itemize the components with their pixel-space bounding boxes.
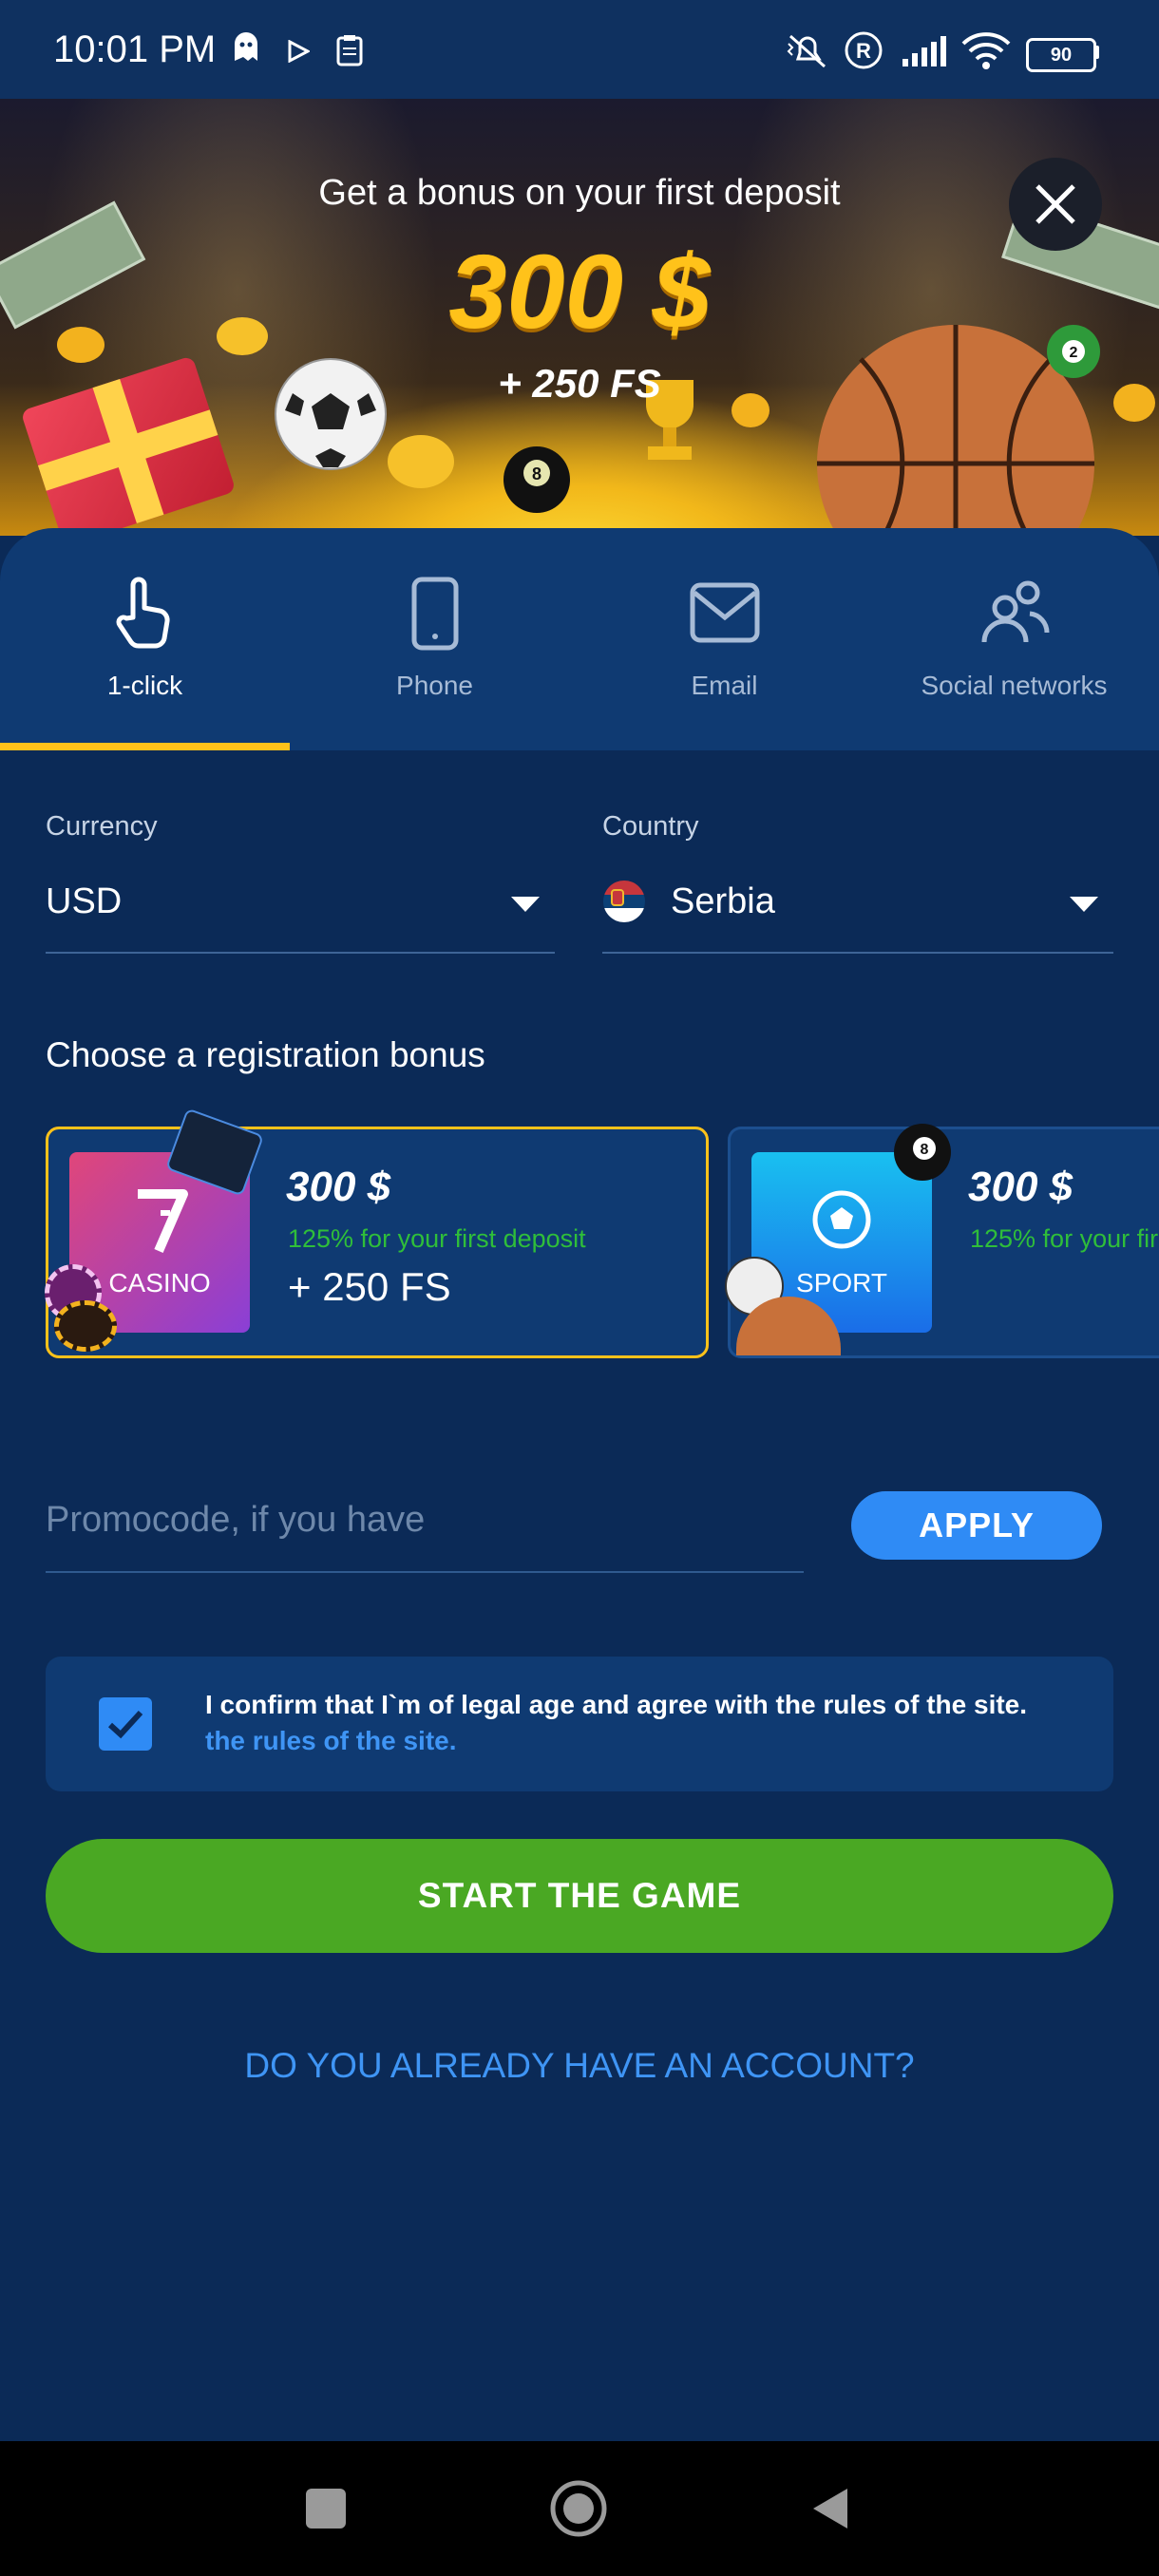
casino-bonus-free-spins: + 250 FS xyxy=(288,1264,451,1309)
registered-icon: R xyxy=(845,31,883,69)
sport-bonus-description: 125% for your first deposit xyxy=(970,1224,1159,1253)
battery-indicator: 90 xyxy=(1026,38,1096,72)
svg-text:R: R xyxy=(856,39,871,63)
soccer-ball-icon xyxy=(812,1190,871,1249)
existing-account-link[interactable]: DO YOU ALREADY HAVE AN ACCOUNT? xyxy=(0,2046,1159,2086)
wifi-icon xyxy=(961,32,1011,69)
signal-icon xyxy=(902,36,946,66)
check-icon xyxy=(107,1710,143,1739)
casino-bonus-description: 125% for your first deposit xyxy=(288,1224,586,1253)
svg-text:8: 8 xyxy=(532,464,542,483)
chevron-down-icon xyxy=(1070,897,1098,912)
active-tab-indicator xyxy=(0,743,290,750)
poker-chip-decoration xyxy=(54,1300,117,1352)
people-icon xyxy=(981,580,1050,643)
registration-method-tabs: 1-click Phone Email Social networks xyxy=(0,528,1159,750)
close-button[interactable] xyxy=(1009,158,1102,251)
country-label: Country xyxy=(602,811,699,842)
back-button[interactable] xyxy=(809,2485,851,2532)
bonus-section-title: Choose a registration bonus xyxy=(46,1035,485,1074)
currency-select[interactable]: USD xyxy=(46,866,555,954)
bonus-banner: 8 2 Get a bonus on your first deposit 30… xyxy=(0,99,1159,536)
rules-link[interactable]: the rules of the site. xyxy=(205,1726,457,1755)
coin-decoration xyxy=(388,435,454,488)
svg-text:8: 8 xyxy=(921,1142,929,1158)
play-store-icon xyxy=(288,40,310,63)
close-icon xyxy=(1036,184,1075,224)
recents-button[interactable] xyxy=(306,2489,346,2529)
seven-icon xyxy=(138,1189,188,1253)
tab-1-click[interactable]: 1-click xyxy=(0,528,290,750)
country-value: Serbia xyxy=(671,881,775,921)
status-time: 10:01 PM xyxy=(53,28,217,70)
banner-free-spins: + 250 FS xyxy=(498,361,661,406)
battery-tip xyxy=(1094,46,1099,59)
banner-amount: 300 $ xyxy=(448,234,711,350)
promocode-field xyxy=(46,1472,804,1573)
consent-box: I confirm that I`m of legal age and agre… xyxy=(46,1657,1113,1791)
tab-label: Phone xyxy=(396,671,473,700)
apply-button[interactable]: APPLY xyxy=(851,1491,1102,1560)
status-bar: 10:01 PM R 90 xyxy=(0,0,1159,99)
country-select[interactable]: Serbia xyxy=(602,866,1113,954)
casino-bonus-amount: 300 $ xyxy=(286,1164,391,1210)
tab-email[interactable]: Email xyxy=(580,528,869,750)
home-button[interactable] xyxy=(549,2479,608,2538)
phone-icon xyxy=(411,577,458,651)
tab-label: 1-click xyxy=(106,671,183,700)
banner-headline: Get a bonus on your first deposit xyxy=(318,173,841,213)
bonus-card-casino[interactable]: CASINO 300 $ 125% for your first deposit… xyxy=(45,1108,709,1358)
tab-label: Social networks xyxy=(921,671,1108,700)
pointer-hand-icon xyxy=(116,577,170,649)
consent-text: I confirm that I`m of legal age and agre… xyxy=(205,1687,1041,1759)
consent-checkbox[interactable] xyxy=(99,1697,152,1751)
tab-label: Email xyxy=(691,671,758,700)
sport-bonus-amount: 300 $ xyxy=(968,1164,1074,1210)
currency-value: USD xyxy=(46,881,123,921)
tab-phone[interactable]: Phone xyxy=(290,528,580,750)
start-game-button[interactable]: START THE GAME xyxy=(46,1839,1113,1953)
envelope-icon xyxy=(690,582,759,643)
bonus-card-sport[interactable]: SPORT 8 300 $ 125% for your first deposi… xyxy=(725,1124,1159,1358)
clipboard-icon xyxy=(336,35,363,66)
system-navigation-bar xyxy=(0,2441,1159,2576)
chevron-down-icon xyxy=(511,897,540,912)
promocode-input[interactable] xyxy=(46,1491,787,1548)
eight-ball-decoration: 8 xyxy=(894,1124,951,1181)
currency-label: Currency xyxy=(46,811,158,842)
vibrate-mute-icon xyxy=(787,34,826,68)
ghost-icon xyxy=(235,32,257,61)
eight-ball-decoration: 8 xyxy=(504,446,570,513)
consent-statement: I confirm that I`m of legal age and agre… xyxy=(205,1690,1028,1719)
tab-social-networks[interactable]: Social networks xyxy=(869,528,1159,750)
serbia-flag-icon xyxy=(603,881,645,922)
